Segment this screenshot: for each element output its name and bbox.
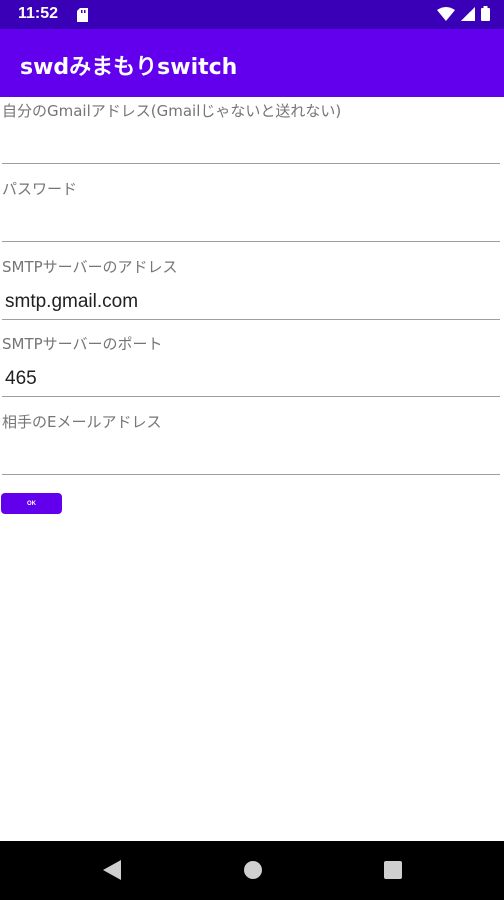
battery-icon bbox=[481, 6, 490, 25]
app-bar: swdみまもりswitch bbox=[0, 29, 504, 97]
navigation-bar bbox=[0, 841, 504, 900]
signal-icon bbox=[461, 6, 475, 25]
password-input[interactable] bbox=[2, 206, 500, 242]
status-time: 11:52 bbox=[18, 5, 59, 22]
app-title: swdみまもりswitch bbox=[20, 55, 238, 80]
back-triangle-icon[interactable] bbox=[102, 859, 122, 885]
wifi-icon bbox=[437, 6, 455, 25]
recipient-email-input[interactable] bbox=[2, 439, 500, 475]
smtp-server-input[interactable] bbox=[2, 284, 500, 320]
gmail-input[interactable] bbox=[2, 128, 500, 164]
status-bar: 11:52 bbox=[0, 0, 504, 29]
home-circle-icon[interactable] bbox=[243, 860, 263, 884]
recipient-label: 相手のEメールアドレス bbox=[2, 413, 162, 431]
gmail-label: 自分のGmailアドレス(Gmailじゃないと送れない) bbox=[2, 102, 342, 120]
smtp-port-input[interactable] bbox=[2, 361, 500, 397]
sd-card-icon bbox=[77, 7, 88, 26]
ok-button[interactable]: OK bbox=[1, 493, 62, 514]
password-label: パスワード bbox=[2, 180, 78, 198]
recents-square-icon[interactable] bbox=[384, 861, 402, 883]
smtp-server-label: SMTPサーバーのアドレス bbox=[2, 258, 178, 276]
smtp-port-label: SMTPサーバーのポート bbox=[2, 335, 163, 353]
